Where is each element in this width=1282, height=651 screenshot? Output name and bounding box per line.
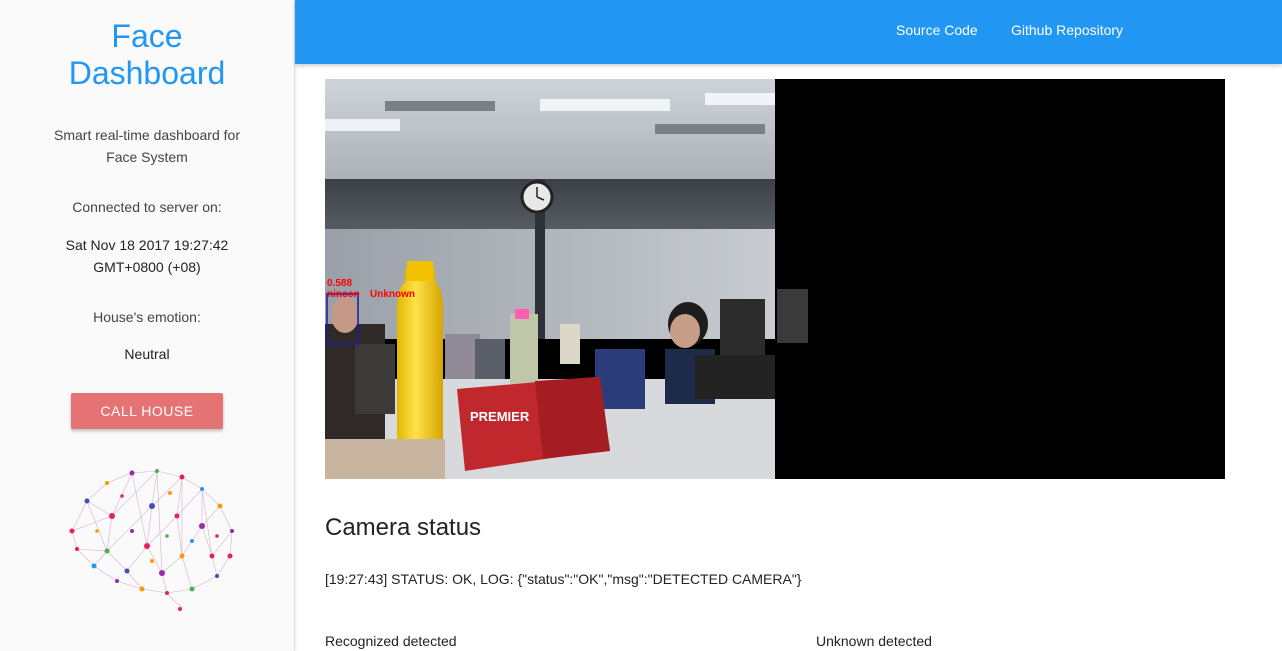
brand-line-2: Dashboard [68, 55, 226, 91]
brand-title: Face Dashboard [0, 18, 294, 92]
unknown-detected-label: Unknown detected [816, 633, 932, 649]
top-navbar: Source Code Github Repository [295, 0, 1282, 64]
recognized-detected-label: Recognized detected [325, 633, 457, 649]
emotion-label: House's emotion: [93, 309, 201, 325]
camera-frame: PREMIER 0.588 nincon Unknown [325, 79, 775, 479]
call-house-button[interactable]: CALL HOUSE [71, 393, 223, 429]
camera-status-log: [19:27:43] STATUS: OK, LOG: {"status":"O… [325, 571, 802, 587]
camera-feed: PREMIER 0.588 nincon Unknown [325, 79, 1225, 479]
github-repository-link[interactable]: Github Repository [1011, 22, 1123, 38]
brand-line-1: Face [111, 18, 183, 54]
product-brand-text: PREMIER [470, 409, 530, 424]
detection-name: nincon [327, 289, 360, 300]
detection-label: Unknown [370, 289, 415, 300]
detection-score: 0.588 [327, 278, 352, 289]
brain-network-icon [69, 469, 234, 612]
sidebar: Face Dashboard Smart real-time dashboard… [0, 0, 295, 651]
source-code-link[interactable]: Source Code [896, 22, 978, 38]
camera-status-title: Camera status [325, 514, 482, 541]
office-camera-image: PREMIER 0.588 nincon Unknown [325, 79, 775, 479]
connected-label: Connected to server on: [72, 199, 222, 215]
feed-drag-handle[interactable] [777, 289, 808, 343]
server-timestamp: Sat Nov 18 2017 19:27:42 GMT+0800 (+08) [65, 237, 229, 275]
tagline: Smart real-time dashboard for Face Syste… [54, 127, 240, 165]
emotion-value: Neutral [124, 346, 170, 362]
